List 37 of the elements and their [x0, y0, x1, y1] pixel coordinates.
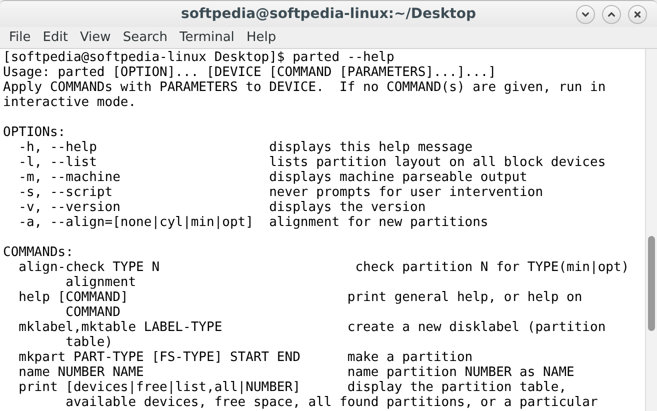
terminal-line: -h, --help displays this help message: [18, 140, 473, 155]
terminal-line: COMMANDs:: [3, 245, 74, 260]
chevron-up-icon: [607, 10, 616, 19]
menu-item[interactable]: Help: [241, 28, 282, 48]
menu-item[interactable]: File: [4, 28, 36, 48]
terminal-line: COMMAND: [64, 305, 120, 320]
terminal-line: -a, --align=[none|cyl|min|opt] alignment for new partitions: [18, 215, 488, 230]
menu-item[interactable]: Terminal: [174, 28, 240, 48]
terminal-line: mkpart PART-TYPE [FS-TYPE] START END make a partition: [18, 350, 473, 365]
terminal-line: -s, --script never prompts for user intervention: [18, 185, 544, 200]
terminal-line: alignment: [64, 275, 136, 290]
terminal-line: Apply COMMANDs with PARAMETERS to DEVICE. If no COMMAND(s) are given, run in: [3, 80, 606, 95]
window-title: softpedia@softpedia-linux:~/Desktop: [181, 4, 476, 24]
menu-item[interactable]: View: [74, 28, 116, 48]
menu-item[interactable]: Edit: [38, 28, 73, 48]
terminal-line: print [devices|free|list,all|NUMBER] display the partition table,: [18, 380, 567, 395]
terminal-line: OPTIONs:: [3, 125, 66, 140]
terminal-line: interactive mode.: [3, 95, 136, 110]
menu-item[interactable]: Search: [118, 28, 172, 48]
terminal-line: -l, --list lists partition layout on all block devices: [18, 155, 606, 170]
terminal-line: -v, --version displays the version: [18, 200, 426, 215]
terminal-line: align-check TYPE N check partition N for TYPE(min|opt): [18, 260, 630, 275]
close-icon: [633, 10, 642, 19]
close-button[interactable]: [628, 5, 647, 24]
scrollbar[interactable]: [645, 49, 657, 411]
scrollbar-thumb[interactable]: [648, 236, 655, 331]
terminal-line: help [COMMAND] print general help, or help on: [18, 290, 582, 305]
chevron-down-icon: [581, 10, 590, 19]
terminal-line: mklabel,mktable LABEL-TYPE create a new disklabel (partition: [18, 320, 606, 335]
terminal-line: -m, --machine displays machine parseable output: [18, 170, 528, 185]
terminal-line: Usage: parted [OPTION]... [DEVICE [COMMAND [PARAMETERS]...]...]: [3, 65, 496, 80]
terminal-line: available devices, free space, all found partitions, or a particular: [64, 395, 598, 410]
minimize-button[interactable]: [576, 5, 595, 24]
terminal-line: [softpedia@softpedia-linux Desktop]$ parted --help: [3, 50, 394, 65]
maximize-button[interactable]: [602, 5, 621, 24]
terminal-line: name NUMBER NAME name partition NUMBER as NAME: [18, 365, 574, 380]
terminal-line: table): [64, 335, 113, 350]
